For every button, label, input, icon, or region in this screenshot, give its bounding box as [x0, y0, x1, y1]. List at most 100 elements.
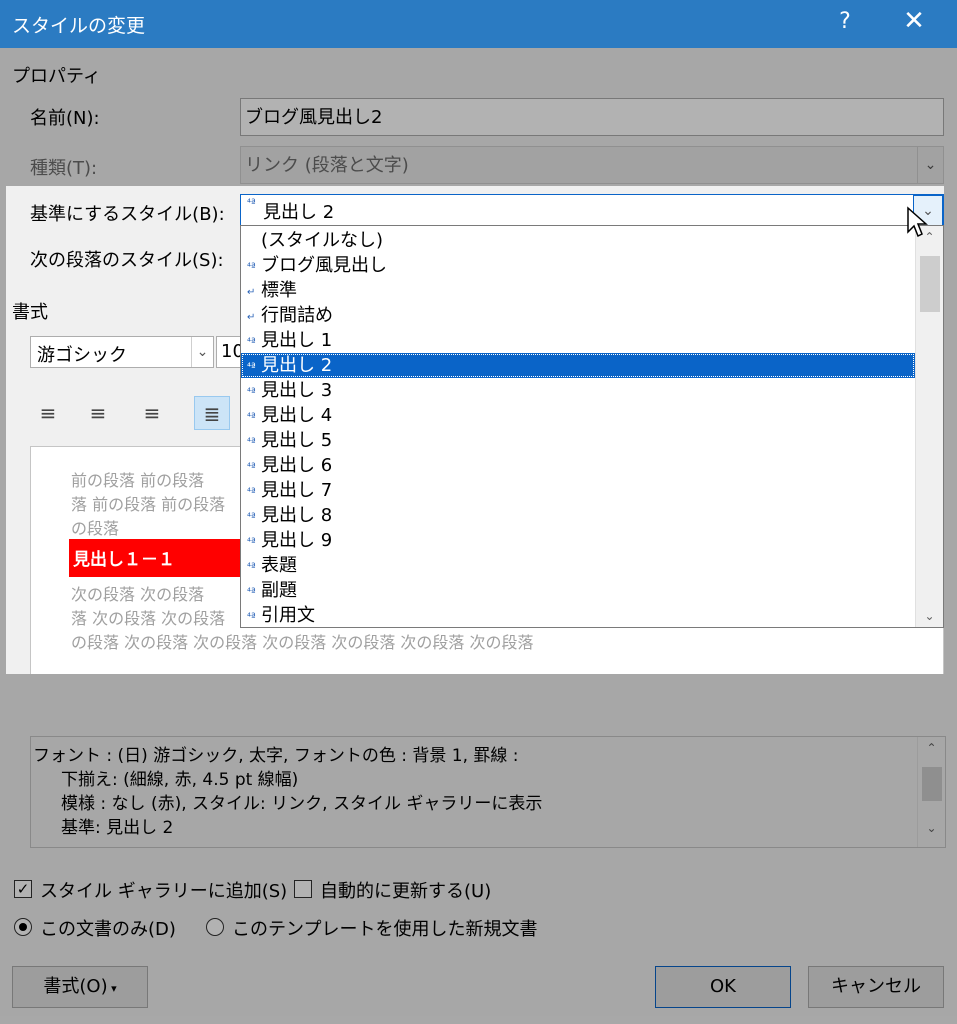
format-section-label: 書式: [12, 302, 48, 323]
mouse-cursor-icon: [907, 206, 928, 238]
dropdown-item-label: 副題: [261, 580, 297, 601]
dropdown-item[interactable]: ⁴ª 見出し 4: [241, 403, 915, 428]
preview-prev-line-2: 落 前の段落 前の段落: [71, 495, 226, 514]
title-bar: スタイルの変更 ? ✕: [0, 0, 957, 48]
preview-heading: 見出し１－１: [69, 539, 269, 577]
this-document-label[interactable]: この文書のみ(D): [40, 915, 176, 941]
linked-style-icon: ⁴ª: [247, 387, 256, 398]
dropdown-item-label: 見出し 4: [261, 405, 333, 426]
dropdown-item[interactable]: ⁴ª 引用文: [241, 603, 915, 627]
dropdown-item[interactable]: ⁴ª 見出し 1: [241, 328, 915, 353]
dropdown-item[interactable]: ↵ 行間詰め: [241, 303, 915, 328]
cancel-button[interactable]: キャンセル: [808, 966, 944, 1008]
description-box: フォント : (日) 游ゴシック, 太字, フォントの色 : 背景 1, 罫線 …: [30, 736, 946, 848]
dropdown-item-label: 見出し 9: [261, 530, 333, 551]
dropdown-item-label: 表題: [261, 555, 297, 576]
dropdown-item[interactable]: ⁴ª ブログ風見出し: [241, 253, 915, 278]
linked-style-icon: ⁴ª: [247, 337, 256, 348]
dropdown-item-label: 見出し 5: [261, 430, 333, 451]
dropdown-item-label: 見出し 7: [261, 480, 333, 501]
dropdown-item-label: 引用文: [261, 605, 315, 626]
linked-style-icon: ⁴ª: [247, 587, 256, 598]
dropdown-item[interactable]: ↵ 標準: [241, 278, 915, 303]
linked-style-icon: ⁴ª: [247, 612, 256, 623]
base-style-dropdown-list[interactable]: (スタイルなし) ⁴ª ブログ風見出し ↵ 標準 ↵ 行間詰め ⁴ª 見出し 1 ⁴ª 見出し 2⁴…: [240, 225, 944, 628]
dropdown-item[interactable]: (スタイルなし): [241, 228, 915, 253]
dropdown-item-label: (スタイルなし): [261, 230, 384, 251]
ok-button[interactable]: OK: [655, 966, 791, 1008]
dropdown-item-label: ブログ風見出し: [261, 255, 387, 276]
scroll-up-icon[interactable]: ⌃: [918, 741, 945, 755]
linked-style-icon: ⁴ª: [247, 562, 256, 573]
name-input-value: ブログ風見出し2: [245, 107, 383, 128]
dropdown-item[interactable]: ⁴ª 見出し 3: [241, 378, 915, 403]
close-button[interactable]: ✕: [896, 6, 932, 36]
dropdown-item[interactable]: ⁴ª 見出し 9: [241, 528, 915, 553]
dropdown-item[interactable]: ⁴ª 見出し 6: [241, 453, 915, 478]
dropdown-item[interactable]: ⁴ª 副題: [241, 578, 915, 603]
dropdown-item-label: 見出し 2: [261, 355, 333, 376]
dropdown-scrollbar[interactable]: ⌃ ⌄: [915, 226, 943, 627]
description-line-1: フォント : (日) 游ゴシック, 太字, フォントの色 : 背景 1, 罫線 …: [33, 746, 519, 766]
dropdown-item[interactable]: ⁴ª 見出し 5: [241, 428, 915, 453]
type-label: 種類(T):: [30, 158, 98, 179]
format-menu-label: 書式(O): [43, 976, 108, 997]
scroll-down-icon[interactable]: ⌄: [916, 609, 943, 623]
scroll-down-icon[interactable]: ⌄: [918, 821, 945, 835]
description-line-3: 模様 : なし (赤), スタイル: リンク, スタイル ギャラリーに表示: [61, 794, 543, 814]
properties-section-label: プロパティ: [12, 66, 101, 87]
format-menu-button[interactable]: 書式(O) ▾: [12, 966, 148, 1008]
linked-style-icon: ⁴ª: [247, 437, 256, 448]
dropdown-item[interactable]: ⁴ª 見出し 7: [241, 478, 915, 503]
template-radio[interactable]: [206, 918, 224, 936]
auto-update-label[interactable]: 自動的に更新する(U): [320, 877, 491, 903]
align-left-icon[interactable]: ≡: [30, 396, 66, 430]
linked-style-icon: ⁴ª: [247, 537, 256, 548]
auto-update-checkbox[interactable]: [294, 880, 312, 898]
description-scrollbar[interactable]: ⌃ ⌄: [917, 737, 945, 847]
dropdown-item-label: 見出し 3: [261, 380, 333, 401]
font-value: 游ゴシック: [37, 345, 127, 366]
dropdown-item-label: 標準: [261, 280, 297, 301]
dropdown-item[interactable]: ⁴ª 見出し 2: [241, 353, 915, 378]
paragraph-style-icon: ↵: [247, 312, 256, 323]
align-justify-icon[interactable]: ≣: [194, 396, 230, 430]
dropdown-item[interactable]: ⁴ª 見出し 8: [241, 503, 915, 528]
linked-style-icon: ⁴ª: [247, 412, 256, 423]
chevron-down-icon: ⌄: [917, 147, 943, 183]
linked-style-icon: ⁴ª: [247, 198, 256, 209]
scroll-thumb[interactable]: [920, 256, 940, 312]
preview-heading-text: 見出し１－１: [73, 550, 175, 570]
description-line-4: 基準: 見出し 2: [61, 818, 174, 838]
add-gallery-label[interactable]: スタイル ギャラリーに追加(S): [40, 877, 287, 903]
preview-prev-line-1: 前の段落 前の段落: [71, 471, 205, 490]
linked-style-icon: ⁴ª: [247, 262, 256, 273]
align-center-icon[interactable]: ≡: [80, 396, 116, 430]
help-button[interactable]: ?: [830, 9, 860, 34]
dropdown-item-label: 行間詰め: [261, 305, 333, 326]
scroll-thumb[interactable]: [922, 767, 942, 801]
linked-style-icon: ⁴ª: [247, 462, 256, 473]
base-style-label: 基準にするスタイル(B):: [30, 204, 225, 225]
name-label: 名前(N):: [30, 108, 100, 129]
linked-style-icon: ⁴ª: [247, 362, 256, 373]
this-document-radio[interactable]: [14, 918, 32, 936]
preview-next-line-3: の段落 次の段落 次の段落 次の段落 次の段落 次の段落 次の段落: [71, 633, 534, 652]
size-select[interactable]: 10: [216, 336, 242, 368]
template-label[interactable]: このテンプレートを使用した新規文書: [232, 915, 537, 941]
preview-next-line-2: 落 次の段落 次の段落: [71, 609, 226, 628]
align-right-icon[interactable]: ≡: [134, 396, 170, 430]
font-select[interactable]: 游ゴシック ⌄: [30, 336, 214, 368]
base-style-select[interactable]: ⁴ª 見出し 2 ⌄: [240, 194, 944, 227]
chevron-down-icon: ⌄: [191, 337, 213, 367]
add-gallery-checkbox[interactable]: ✓: [14, 880, 32, 898]
size-value: 10: [221, 341, 242, 362]
dropdown-item-label: 見出し 8: [261, 505, 333, 526]
linked-style-icon: ⁴ª: [247, 487, 256, 498]
base-style-value: 見出し 2: [263, 202, 335, 223]
name-input[interactable]: ブログ風見出し2: [240, 98, 944, 136]
dropdown-item[interactable]: ⁴ª 表題: [241, 553, 915, 578]
preview-next-line-1: 次の段落 次の段落: [71, 585, 205, 604]
linked-style-icon: ⁴ª: [247, 512, 256, 523]
dialog-title: スタイルの変更: [12, 15, 146, 37]
